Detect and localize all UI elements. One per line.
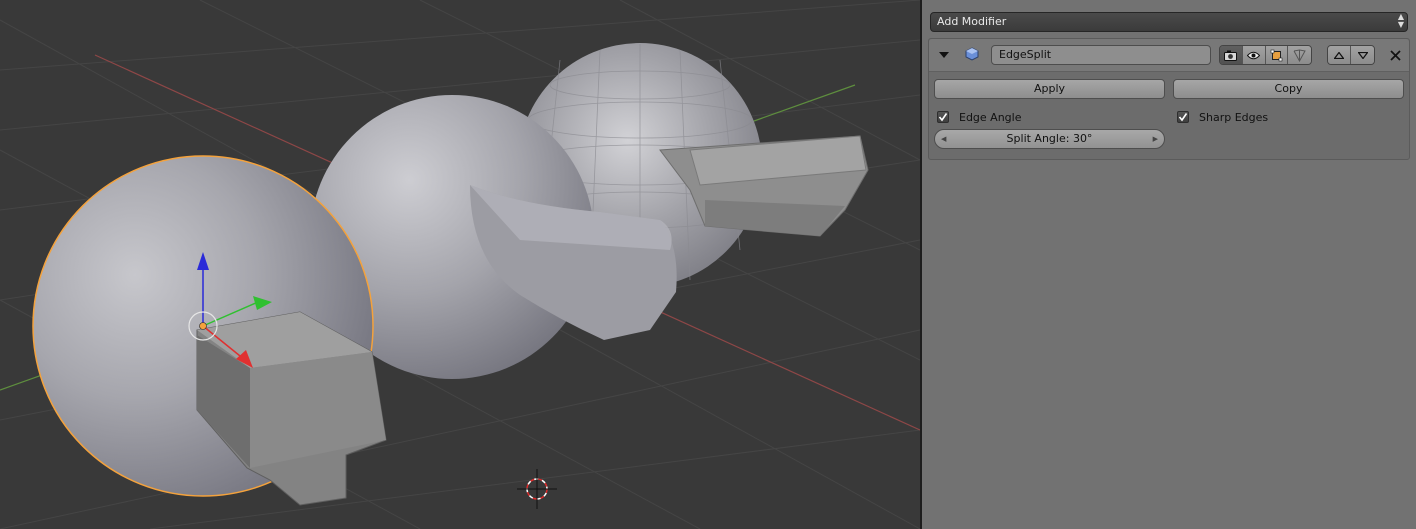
edge-angle-checkbox[interactable]: Edge Angle <box>937 109 1021 125</box>
modifier-move-buttons <box>1327 45 1375 65</box>
3d-viewport[interactable] <box>0 0 920 529</box>
cage-icon[interactable] <box>1288 46 1311 64</box>
decrement-arrow-icon[interactable]: ◀ <box>941 130 946 148</box>
move-down-icon[interactable] <box>1351 46 1374 64</box>
checkmark-icon <box>1177 111 1189 123</box>
collapse-triangle-icon[interactable] <box>939 52 949 58</box>
split-angle-field[interactable]: ◀ Split Angle: 30° ▶ <box>934 129 1165 149</box>
sharp-edges-checkbox[interactable]: Sharp Edges <box>1177 109 1268 125</box>
eye-icon[interactable] <box>1242 46 1266 64</box>
copy-button[interactable]: Copy <box>1173 79 1404 99</box>
split-angle-value: Split Angle: 30° <box>1006 132 1093 145</box>
add-modifier-dropdown[interactable]: Add Modifier ▲ ▼ <box>930 12 1408 32</box>
edgesplit-modifier-panel: EdgeSplit Apply Copy Edge Angle Sharp Ed… <box>928 38 1410 160</box>
increment-arrow-icon[interactable]: ▶ <box>1153 130 1158 148</box>
camera-icon[interactable] <box>1220 46 1243 64</box>
move-up-icon[interactable] <box>1328 46 1351 64</box>
apply-button[interactable]: Apply <box>934 79 1165 99</box>
viewport-scene[interactable] <box>0 0 920 529</box>
properties-panel: Add Modifier ▲ ▼ EdgeSplit Apply Copy Ed… <box>922 0 1416 529</box>
dropdown-arrows-icon: ▲ ▼ <box>1397 12 1404 29</box>
modifier-header: EdgeSplit <box>929 39 1409 72</box>
modifier-visibility-buttons <box>1219 45 1312 65</box>
checkmark-icon <box>937 111 949 123</box>
close-icon[interactable] <box>1386 46 1404 64</box>
edge-angle-label: Edge Angle <box>959 110 1022 124</box>
sharp-edges-label: Sharp Edges <box>1199 110 1269 124</box>
edge-split-modifier-icon <box>965 47 979 61</box>
3d-cursor <box>517 469 557 509</box>
edit-mode-icon[interactable] <box>1265 46 1289 64</box>
modifier-name-field[interactable]: EdgeSplit <box>991 45 1211 65</box>
add-modifier-label: Add Modifier <box>937 15 1007 28</box>
